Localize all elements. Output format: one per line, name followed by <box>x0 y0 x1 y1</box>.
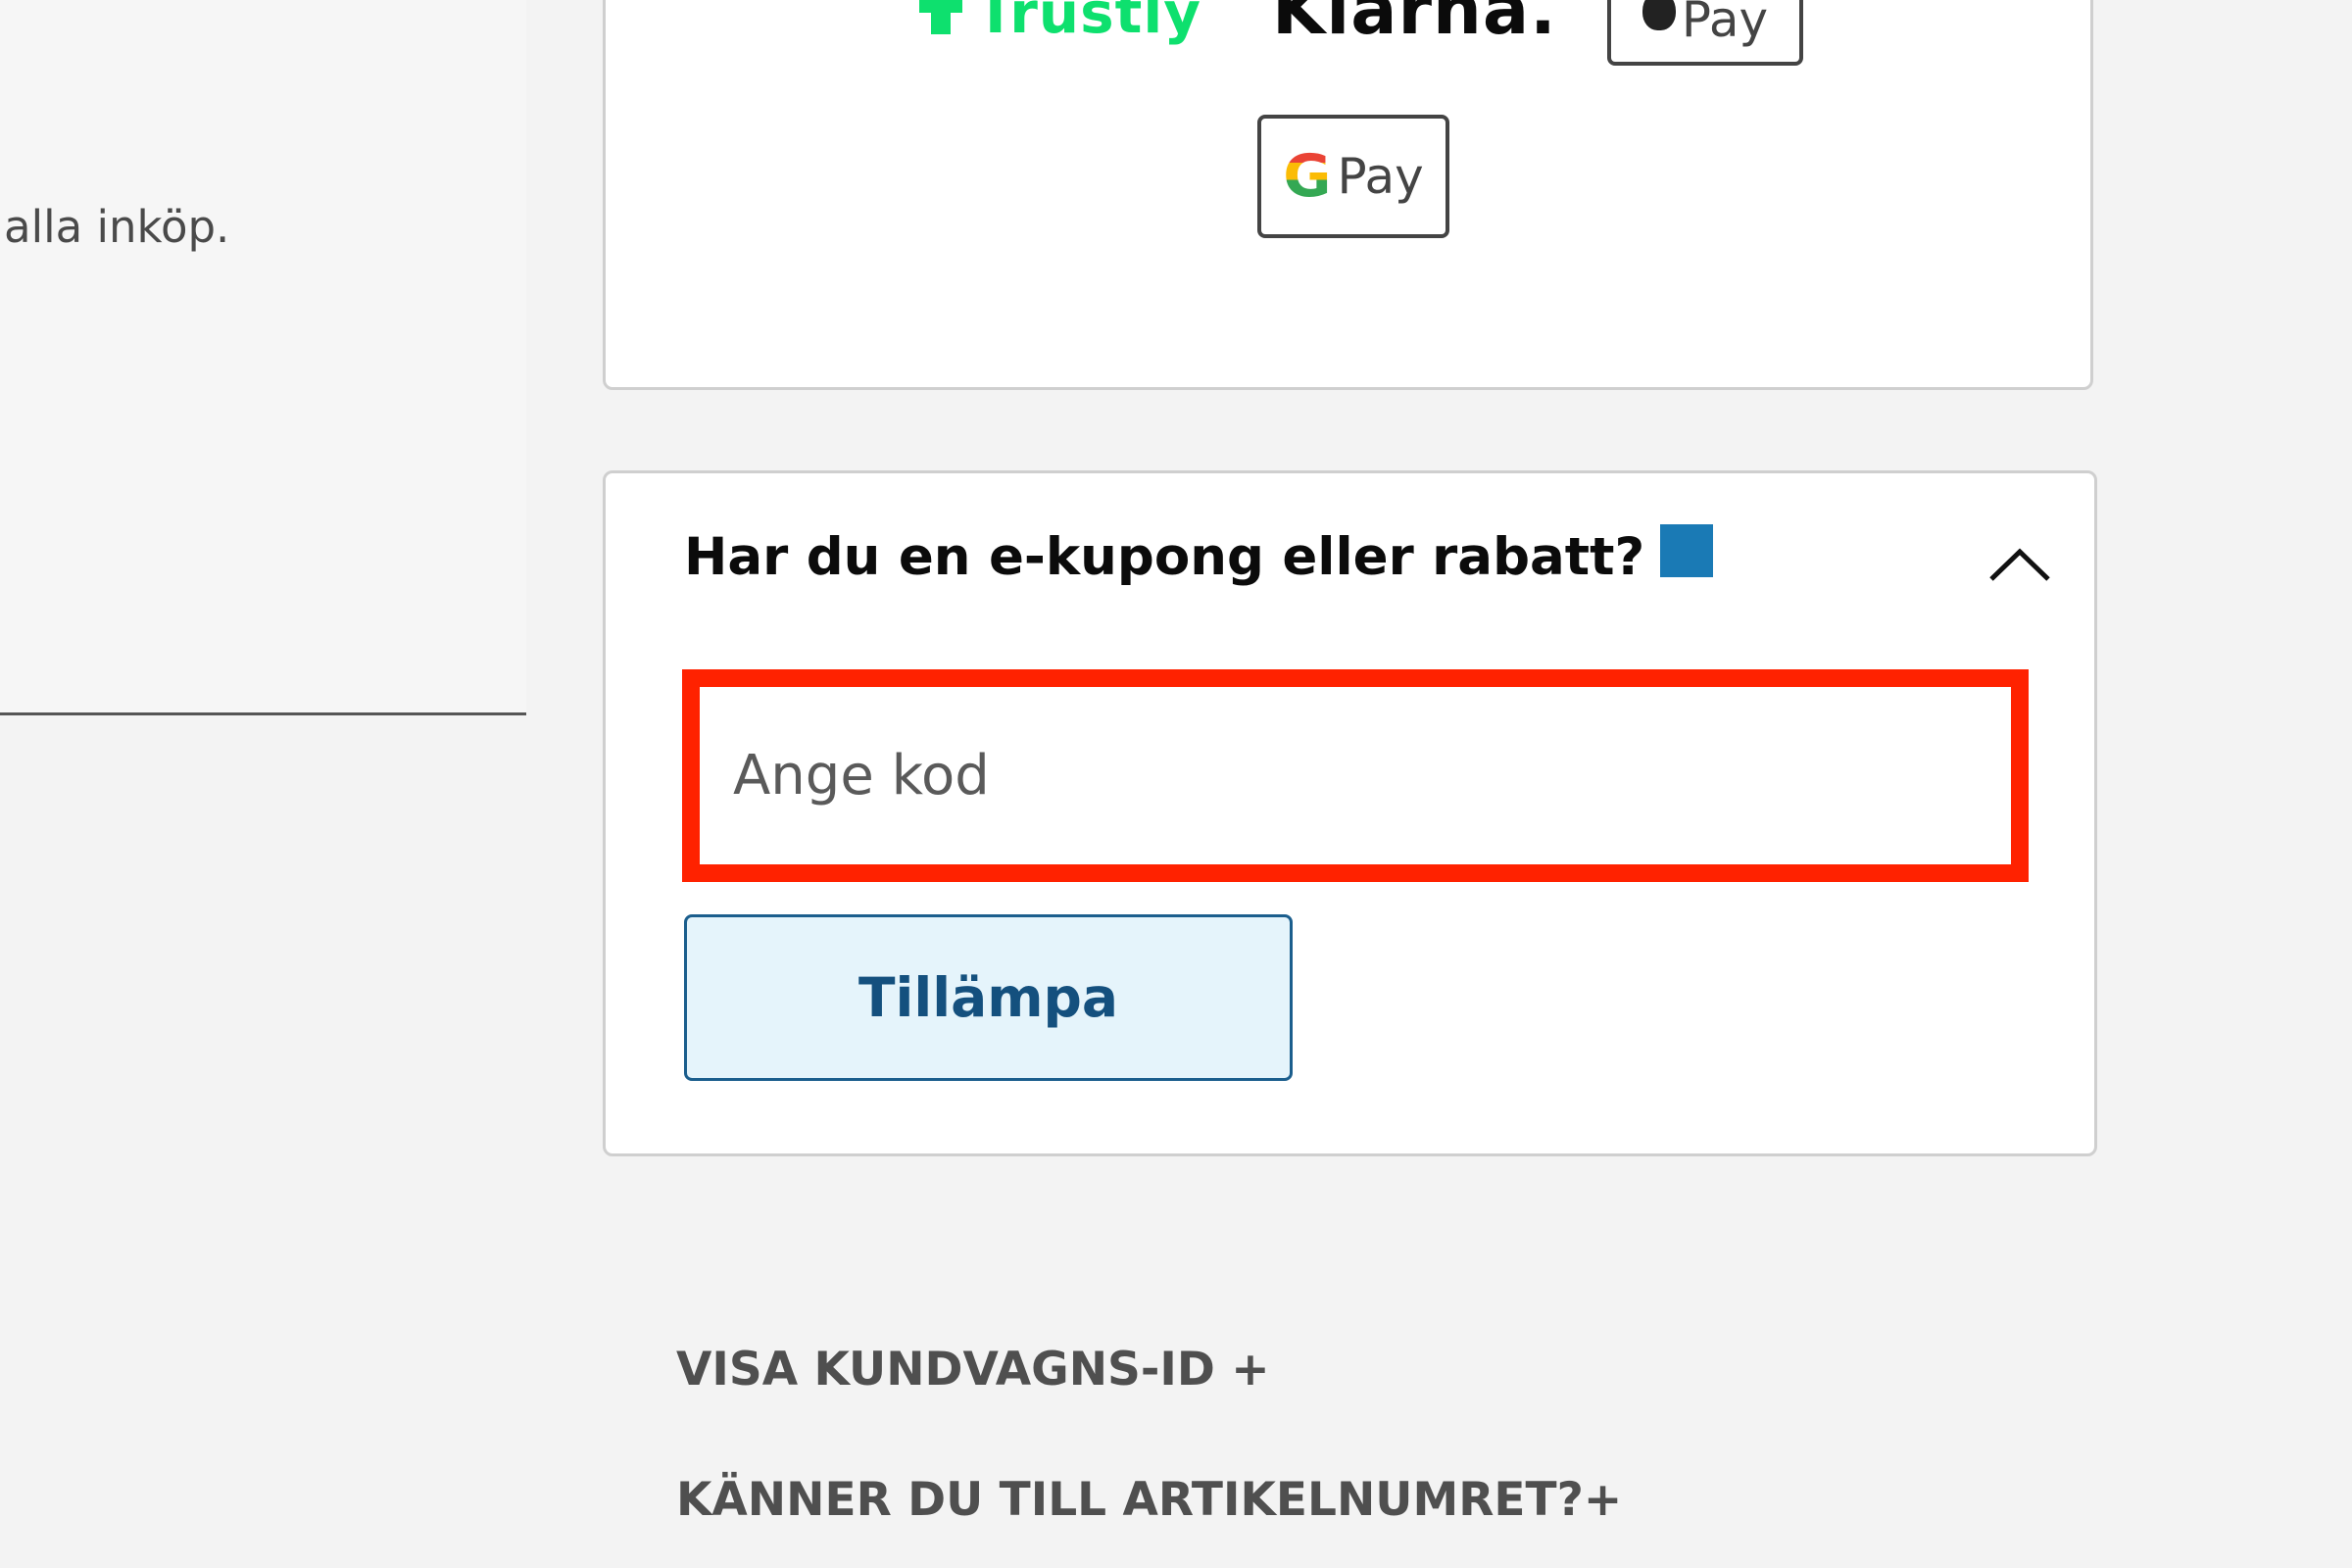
coupon-code-input[interactable] <box>700 687 2011 864</box>
google-pay-label: Pay <box>1337 148 1424 205</box>
google-pay-badge: G Pay <box>1257 115 1449 238</box>
know-article-number-link[interactable]: KÄNNER DU TILL ARTIKELNUMRET?+ <box>676 1473 1622 1527</box>
coupon-card: Har du en e-kupong eller rabatt? Tillämp… <box>603 470 2097 1156</box>
left-panel-text: alla inköp. <box>4 201 230 253</box>
show-cart-id-link[interactable]: VISA KUNDVAGNS-ID + <box>676 1343 1270 1396</box>
trustly-label: Trustly <box>976 0 1202 46</box>
collapse-button[interactable] <box>1985 532 2054 601</box>
left-panel: alla inköp. <box>0 0 526 715</box>
google-g-icon: G <box>1283 142 1332 211</box>
klarna-logo: Klarna. <box>1272 0 1557 50</box>
coupon-header: Har du en e-kupong eller rabatt? <box>684 523 1714 587</box>
chevron-up-icon <box>1989 548 2050 581</box>
apple-pay-label: Pay <box>1681 0 1769 48</box>
coupon-title: Har du en e-kupong eller rabatt? <box>684 527 1645 587</box>
trustly-icon <box>919 0 962 34</box>
info-icon <box>1660 523 1714 577</box>
apple-icon <box>1642 0 1676 30</box>
coupon-code-field-highlight <box>682 669 2029 882</box>
trustly-logo: Trustly <box>919 0 1201 52</box>
payment-methods-card: Trustly Klarna. Pay G Pay <box>603 0 2093 390</box>
apply-button[interactable]: Tillämpa <box>684 914 1293 1081</box>
apple-pay-badge: Pay <box>1607 0 1803 66</box>
